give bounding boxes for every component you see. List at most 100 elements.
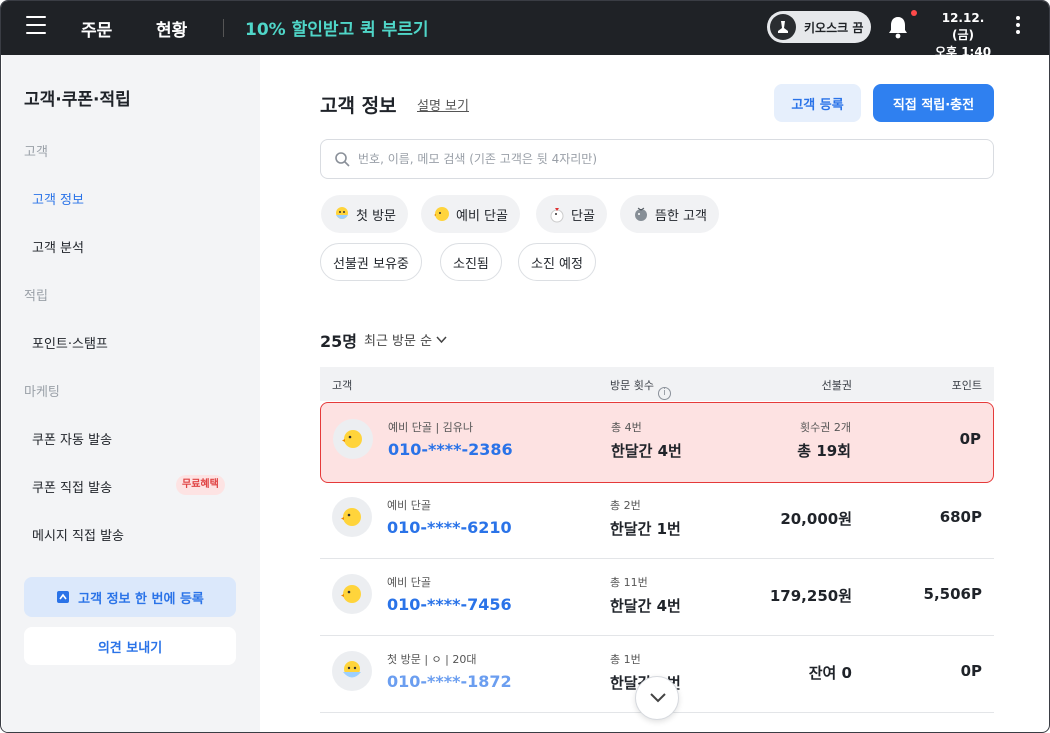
- table-header: 고객 방문 횟수 i 선불권 포인트: [320, 367, 994, 401]
- sidebar-item-customer-info[interactable]: 고객 정보: [32, 189, 84, 208]
- chip-exhausted[interactable]: 소진됨: [440, 243, 502, 281]
- prepaid-value: 179,250원: [769, 587, 852, 605]
- customer-phone: 010-****-1872: [387, 672, 512, 691]
- sidebar-section-customer: 고객: [24, 145, 48, 160]
- gray-bird-icon: [635, 207, 647, 221]
- sidebar-section-marketing: 마케팅: [24, 385, 60, 400]
- kiosk-icon: [770, 14, 796, 40]
- col-visits: 방문 횟수 i: [610, 377, 671, 400]
- chick-icon: [342, 430, 362, 448]
- bulk-register-label: 고객 정보 한 번에 등록: [78, 591, 204, 607]
- notification-dot: [911, 10, 917, 16]
- chicken-icon: [550, 208, 564, 223]
- chick-icon: [341, 508, 361, 526]
- chick-egg-icon: [343, 661, 361, 678]
- info-icon[interactable]: i: [657, 387, 671, 400]
- visit-month: 한달간 4번: [610, 597, 681, 615]
- upload-icon: [57, 591, 70, 603]
- col-points: 포인트: [951, 379, 982, 392]
- col-prepaid: 선불권: [821, 379, 852, 392]
- customer-phone: 010-****-2386: [388, 440, 513, 459]
- chevron-down-icon: [650, 693, 666, 703]
- nav-divider: [223, 19, 224, 37]
- col-customer: 고객: [332, 379, 353, 392]
- chip-label: 단골: [571, 208, 595, 224]
- chip-prospective-regular[interactable]: 예비 단골: [421, 195, 520, 233]
- scroll-down-button[interactable]: [635, 676, 679, 720]
- sidebar: 고객·쿠폰·적립 고객 고객 정보 고객 분석 적립 포인트·스탬프 마케팅 쿠…: [2, 55, 260, 732]
- sidebar-title: 고객·쿠폰·적립: [24, 90, 131, 110]
- bulk-register-button[interactable]: 고객 정보 한 번에 등록: [24, 577, 236, 617]
- app-window: 주문 현황 10% 할인받고 퀵 부르기 키오스크 끔 12.12. (금) 오…: [0, 0, 1050, 733]
- chip-lapsed[interactable]: 뜸한 고객: [620, 195, 719, 233]
- search-input[interactable]: [358, 152, 978, 166]
- table-row[interactable]: 예비 단골 010-****-7456 총 11번 한달간 4번 179,250…: [320, 558, 994, 636]
- customer-phone: 010-****-6210: [387, 518, 512, 537]
- chevron-down-icon: [436, 335, 447, 343]
- nav-orders[interactable]: 주문: [81, 16, 112, 41]
- points-value: 5,506P: [923, 585, 982, 603]
- avatar: [332, 497, 372, 537]
- customer-count: 25명: [320, 332, 357, 351]
- sidebar-section-points: 적립: [24, 289, 48, 304]
- help-link[interactable]: 설명 보기: [417, 95, 469, 114]
- chip-first-visit[interactable]: 첫 방문: [321, 195, 409, 233]
- chip-label: 예비 단골: [456, 208, 508, 224]
- bell-icon[interactable]: [887, 15, 911, 39]
- visit-month: 한달간 1번: [610, 520, 681, 538]
- search-icon: [335, 152, 350, 167]
- clock-time: 오후 1:40: [934, 45, 992, 59]
- sort-dropdown[interactable]: 최근 방문 순: [364, 330, 447, 349]
- sidebar-item-points-stamps[interactable]: 포인트·스탬프: [32, 333, 108, 352]
- customer-phone: 010-****-7456: [387, 595, 512, 614]
- col-visits-label: 방문 횟수: [610, 379, 654, 392]
- chip-regular[interactable]: 단골: [536, 195, 607, 233]
- customer-sub: 예비 단골 | 김유나: [388, 421, 474, 434]
- direct-charge-button[interactable]: 직접 적립·충전: [873, 84, 994, 122]
- visit-total: 총 2번: [610, 499, 641, 512]
- avatar: [333, 419, 373, 459]
- menu-icon[interactable]: [26, 16, 46, 36]
- table-row[interactable]: 예비 단골 | 김유나 010-****-2386 총 4번 한달간 4번 횟수…: [320, 402, 994, 483]
- register-customer-button[interactable]: 고객 등록: [774, 84, 861, 122]
- search-box: [320, 139, 994, 179]
- points-value: 0P: [959, 430, 981, 448]
- free-benefit-badge: 무료혜택: [176, 475, 225, 495]
- sidebar-item-auto-coupon[interactable]: 쿠폰 자동 발송: [32, 429, 112, 448]
- sidebar-item-customer-analysis[interactable]: 고객 분석: [32, 237, 84, 256]
- customer-sub: 예비 단골: [387, 576, 431, 589]
- avatar: [332, 651, 372, 691]
- prepaid-sub: 횟수권 2개: [800, 421, 851, 434]
- chick-egg-icon: [336, 207, 348, 219]
- chick-icon: [341, 585, 361, 603]
- customer-sub: 예비 단골: [387, 499, 431, 512]
- prepaid-value: 잔여 0: [808, 664, 852, 682]
- sidebar-item-direct-message[interactable]: 메시지 직접 발송: [32, 525, 124, 544]
- chip-label: 뜸한 고객: [655, 208, 707, 224]
- prepaid-value: 20,000원: [780, 510, 852, 528]
- visit-month: 한달간 4번: [611, 442, 682, 460]
- more-icon[interactable]: [1013, 16, 1023, 38]
- points-value: 680P: [939, 508, 982, 526]
- sort-label: 최근 방문 순: [364, 334, 433, 349]
- chip-has-prepaid[interactable]: 선불권 보유중: [320, 243, 422, 281]
- top-bar: 주문 현황 10% 할인받고 퀵 부르기 키오스크 끔 12.12. (금) 오…: [1, 1, 1049, 59]
- visit-total: 총 1번: [610, 653, 641, 666]
- visit-total: 총 11번: [610, 576, 648, 589]
- feedback-button[interactable]: 의견 보내기: [24, 627, 236, 665]
- promo-link[interactable]: 10% 할인받고 퀵 부르기: [245, 15, 429, 40]
- visit-total: 총 4번: [611, 421, 642, 434]
- chick-icon: [434, 207, 449, 221]
- table-row[interactable]: 예비 단골 010-****-6210 총 2번 한달간 1번 20,000원 …: [320, 481, 994, 559]
- chip-exhausting-soon[interactable]: 소진 예정: [518, 243, 596, 281]
- nav-status[interactable]: 현황: [156, 16, 187, 41]
- chip-label: 첫 방문: [356, 208, 397, 224]
- points-value: 0P: [960, 662, 982, 680]
- prepaid-value: 총 19회: [797, 442, 851, 460]
- page-title: 고객 정보: [320, 95, 397, 117]
- clock: 12.12. (금) 오후 1:40: [933, 10, 993, 61]
- customer-sub: 첫 방문 | ㅇ | 20대: [387, 653, 477, 666]
- avatar: [332, 574, 372, 614]
- kiosk-toggle[interactable]: 키오스크 끔: [767, 11, 871, 43]
- sidebar-item-direct-coupon[interactable]: 쿠폰 직접 발송: [32, 477, 112, 496]
